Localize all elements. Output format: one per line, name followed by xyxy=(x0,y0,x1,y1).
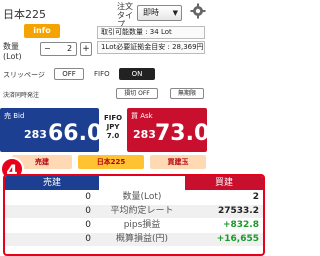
gear-icon[interactable] xyxy=(190,3,206,19)
ask-price-button[interactable]: 買 Ask 283 73.0 xyxy=(127,108,210,152)
table-row: 0 平均約定レート 27533.2 xyxy=(5,205,263,218)
expiry-button[interactable]: 無期限 xyxy=(170,88,204,99)
ask-label: 買 Ask xyxy=(131,112,153,120)
buy-column-header: 買建 xyxy=(185,176,263,190)
required-margin: 1Lot必要証拠金目安 : 28,369円 xyxy=(97,41,205,54)
orderable-quantity: 取引可能数量 : 34 Lot xyxy=(97,26,205,39)
order-panel: 日本225 注文 タイプ 即時 ▼ info 数量 (Lot) − 2 + 取引… xyxy=(0,0,268,256)
sell-column-header: 売建 xyxy=(5,176,99,190)
label-column-header xyxy=(99,176,185,190)
fifo-label: FIFO xyxy=(94,70,110,78)
bid-price-big: 66.0 xyxy=(48,121,103,146)
table-row: 0 数量(Lot) 2 xyxy=(85,192,259,202)
page-title: 日本225 xyxy=(3,8,46,21)
quantity-value: 2 xyxy=(67,44,73,53)
slippage-toggle[interactable]: OFF xyxy=(54,68,84,80)
ask-price-small: 283 xyxy=(133,128,156,141)
positions-table: 売建 買建 0 数量(Lot) 2 0 平均約定レート 27533.2 0 pi… xyxy=(3,174,265,256)
slippage-label: スリッページ xyxy=(3,71,45,79)
info-button[interactable]: info xyxy=(24,24,60,38)
stop-loss-button[interactable]: 損切 OFF xyxy=(116,88,158,99)
settle-order-label: 決済同時発注 xyxy=(3,92,40,99)
order-type-select[interactable]: 即時 ▼ xyxy=(137,5,182,21)
table-row: 0 概算損益(円) +16,655 xyxy=(5,233,263,246)
fifo-toggle[interactable]: ON xyxy=(119,68,155,80)
chevron-down-icon: ▼ xyxy=(172,9,178,17)
quantity-plus-button[interactable]: + xyxy=(80,42,92,56)
order-type-value: 即時 xyxy=(143,8,159,17)
quantity-minus-button[interactable]: − 2 xyxy=(40,42,77,56)
bid-price-small: 283 xyxy=(24,128,47,141)
order-type-label: 注文 タイプ xyxy=(117,2,133,29)
bid-label: 売 Bid xyxy=(4,112,25,120)
instrument-button[interactable]: 日本225 xyxy=(78,155,144,169)
buy-position-button[interactable]: 買建玉 xyxy=(150,155,206,169)
minus-icon: − xyxy=(44,44,51,53)
table-row: 0 pips損益 +832.8 xyxy=(85,220,259,230)
quantity-label: 数量 (Lot) xyxy=(3,42,22,61)
spread-info: FIFO JPY 7.0 xyxy=(103,114,123,140)
bid-price-button[interactable]: 売 Bid 283 66.0 xyxy=(0,108,103,152)
ask-price-big: 73.0 xyxy=(155,121,210,146)
